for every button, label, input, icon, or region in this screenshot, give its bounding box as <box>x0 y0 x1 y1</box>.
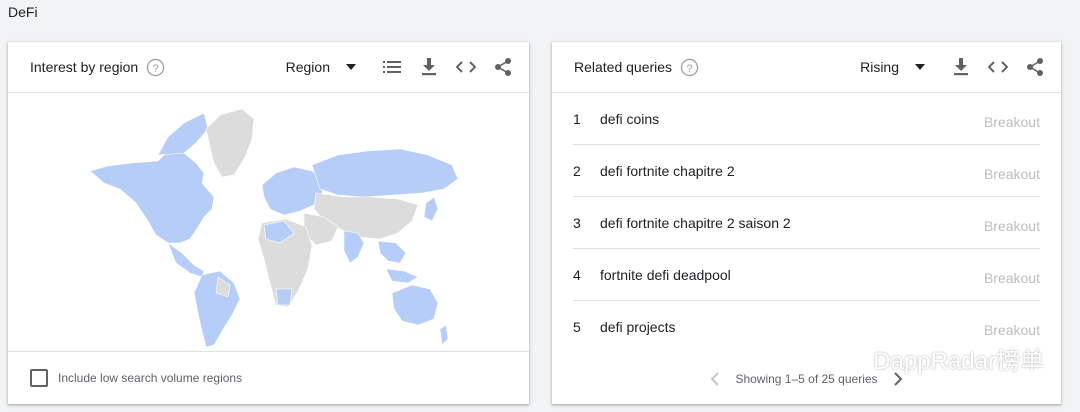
header-tools: Rising <box>860 42 1047 92</box>
row-number: 5 <box>573 318 581 335</box>
svg-text:?: ? <box>153 62 159 74</box>
row-status: Breakout <box>983 270 1040 286</box>
region-se-asia <box>377 240 407 264</box>
region-south-africa <box>275 288 293 306</box>
region-new-zealand <box>439 324 449 346</box>
region-japan <box>423 196 439 222</box>
row-status: Breakout <box>983 166 1040 182</box>
row-query: defi fortnite chapitre 2 <box>600 162 735 179</box>
watermark: DappRadar榜单 <box>827 341 1044 376</box>
region-russia <box>311 148 459 198</box>
rising-dropdown-label: Rising <box>860 59 899 75</box>
region-north-america <box>89 150 215 244</box>
caret-down-icon <box>915 64 925 70</box>
card-header: Interest by region ? Region <box>8 42 529 93</box>
world-map[interactable] <box>8 93 529 352</box>
card-title: Related queries <box>574 59 673 75</box>
embed-code-icon[interactable] <box>986 55 1010 79</box>
download-icon[interactable] <box>417 55 441 79</box>
row-query: defi fortnite chapitre 2 saison 2 <box>600 214 791 231</box>
embed-code-icon[interactable] <box>454 55 478 79</box>
list-view-icon[interactable] <box>380 55 404 79</box>
region-south-america <box>193 270 241 348</box>
caret-down-icon <box>346 64 356 70</box>
low-volume-checkbox[interactable] <box>30 369 48 387</box>
row-status: Breakout <box>983 218 1040 234</box>
interest-by-region-card: Interest by region ? Region Include low … <box>8 42 529 404</box>
card-footer: Include low search volume regions <box>8 351 529 404</box>
help-icon[interactable]: ? <box>146 58 165 77</box>
row-number: 4 <box>573 266 581 283</box>
row-number: 2 <box>573 162 581 179</box>
wechat-logo-icon <box>829 346 865 371</box>
row-status: Breakout <box>983 322 1040 338</box>
help-icon[interactable]: ? <box>680 58 699 77</box>
region-dropdown[interactable]: Region <box>286 59 356 75</box>
region-greenland <box>205 108 255 178</box>
row-query: defi coins <box>600 110 660 127</box>
row-query: defi projects <box>600 318 676 335</box>
query-list: 1 defi coins Breakout 2 defi fortnite ch… <box>552 93 1061 352</box>
checkbox-label: Include low search volume regions <box>58 371 243 385</box>
query-row[interactable]: 2 defi fortnite chapitre 2 Breakout <box>573 145 1040 197</box>
share-icon[interactable] <box>1023 55 1047 79</box>
row-status: Breakout <box>983 114 1040 130</box>
region-indonesia <box>385 268 419 284</box>
share-icon[interactable] <box>491 55 515 79</box>
card-header: Related queries ? Rising <box>552 42 1061 93</box>
row-query: fortnite defi deadpool <box>600 266 731 283</box>
header-tools: Region <box>286 42 515 92</box>
region-central-america <box>167 242 205 278</box>
rising-dropdown[interactable]: Rising <box>860 59 925 75</box>
download-icon[interactable] <box>949 55 973 79</box>
card-title: Interest by region <box>30 59 139 75</box>
row-number: 3 <box>573 214 581 231</box>
query-row[interactable]: 1 defi coins Breakout <box>573 93 1040 145</box>
region-australia <box>391 284 439 326</box>
row-number: 1 <box>573 110 581 127</box>
watermark-text: DappRadar榜单 <box>873 348 1044 375</box>
chevron-left-icon[interactable] <box>703 367 727 391</box>
region-canada-islands <box>157 112 209 156</box>
query-row[interactable]: 3 defi fortnite chapitre 2 saison 2 Brea… <box>573 197 1040 249</box>
query-row[interactable]: 4 fortnite defi deadpool Breakout <box>573 249 1040 301</box>
svg-text:?: ? <box>686 62 692 74</box>
page-label: DeFi <box>8 4 38 20</box>
region-dropdown-label: Region <box>285 59 330 75</box>
